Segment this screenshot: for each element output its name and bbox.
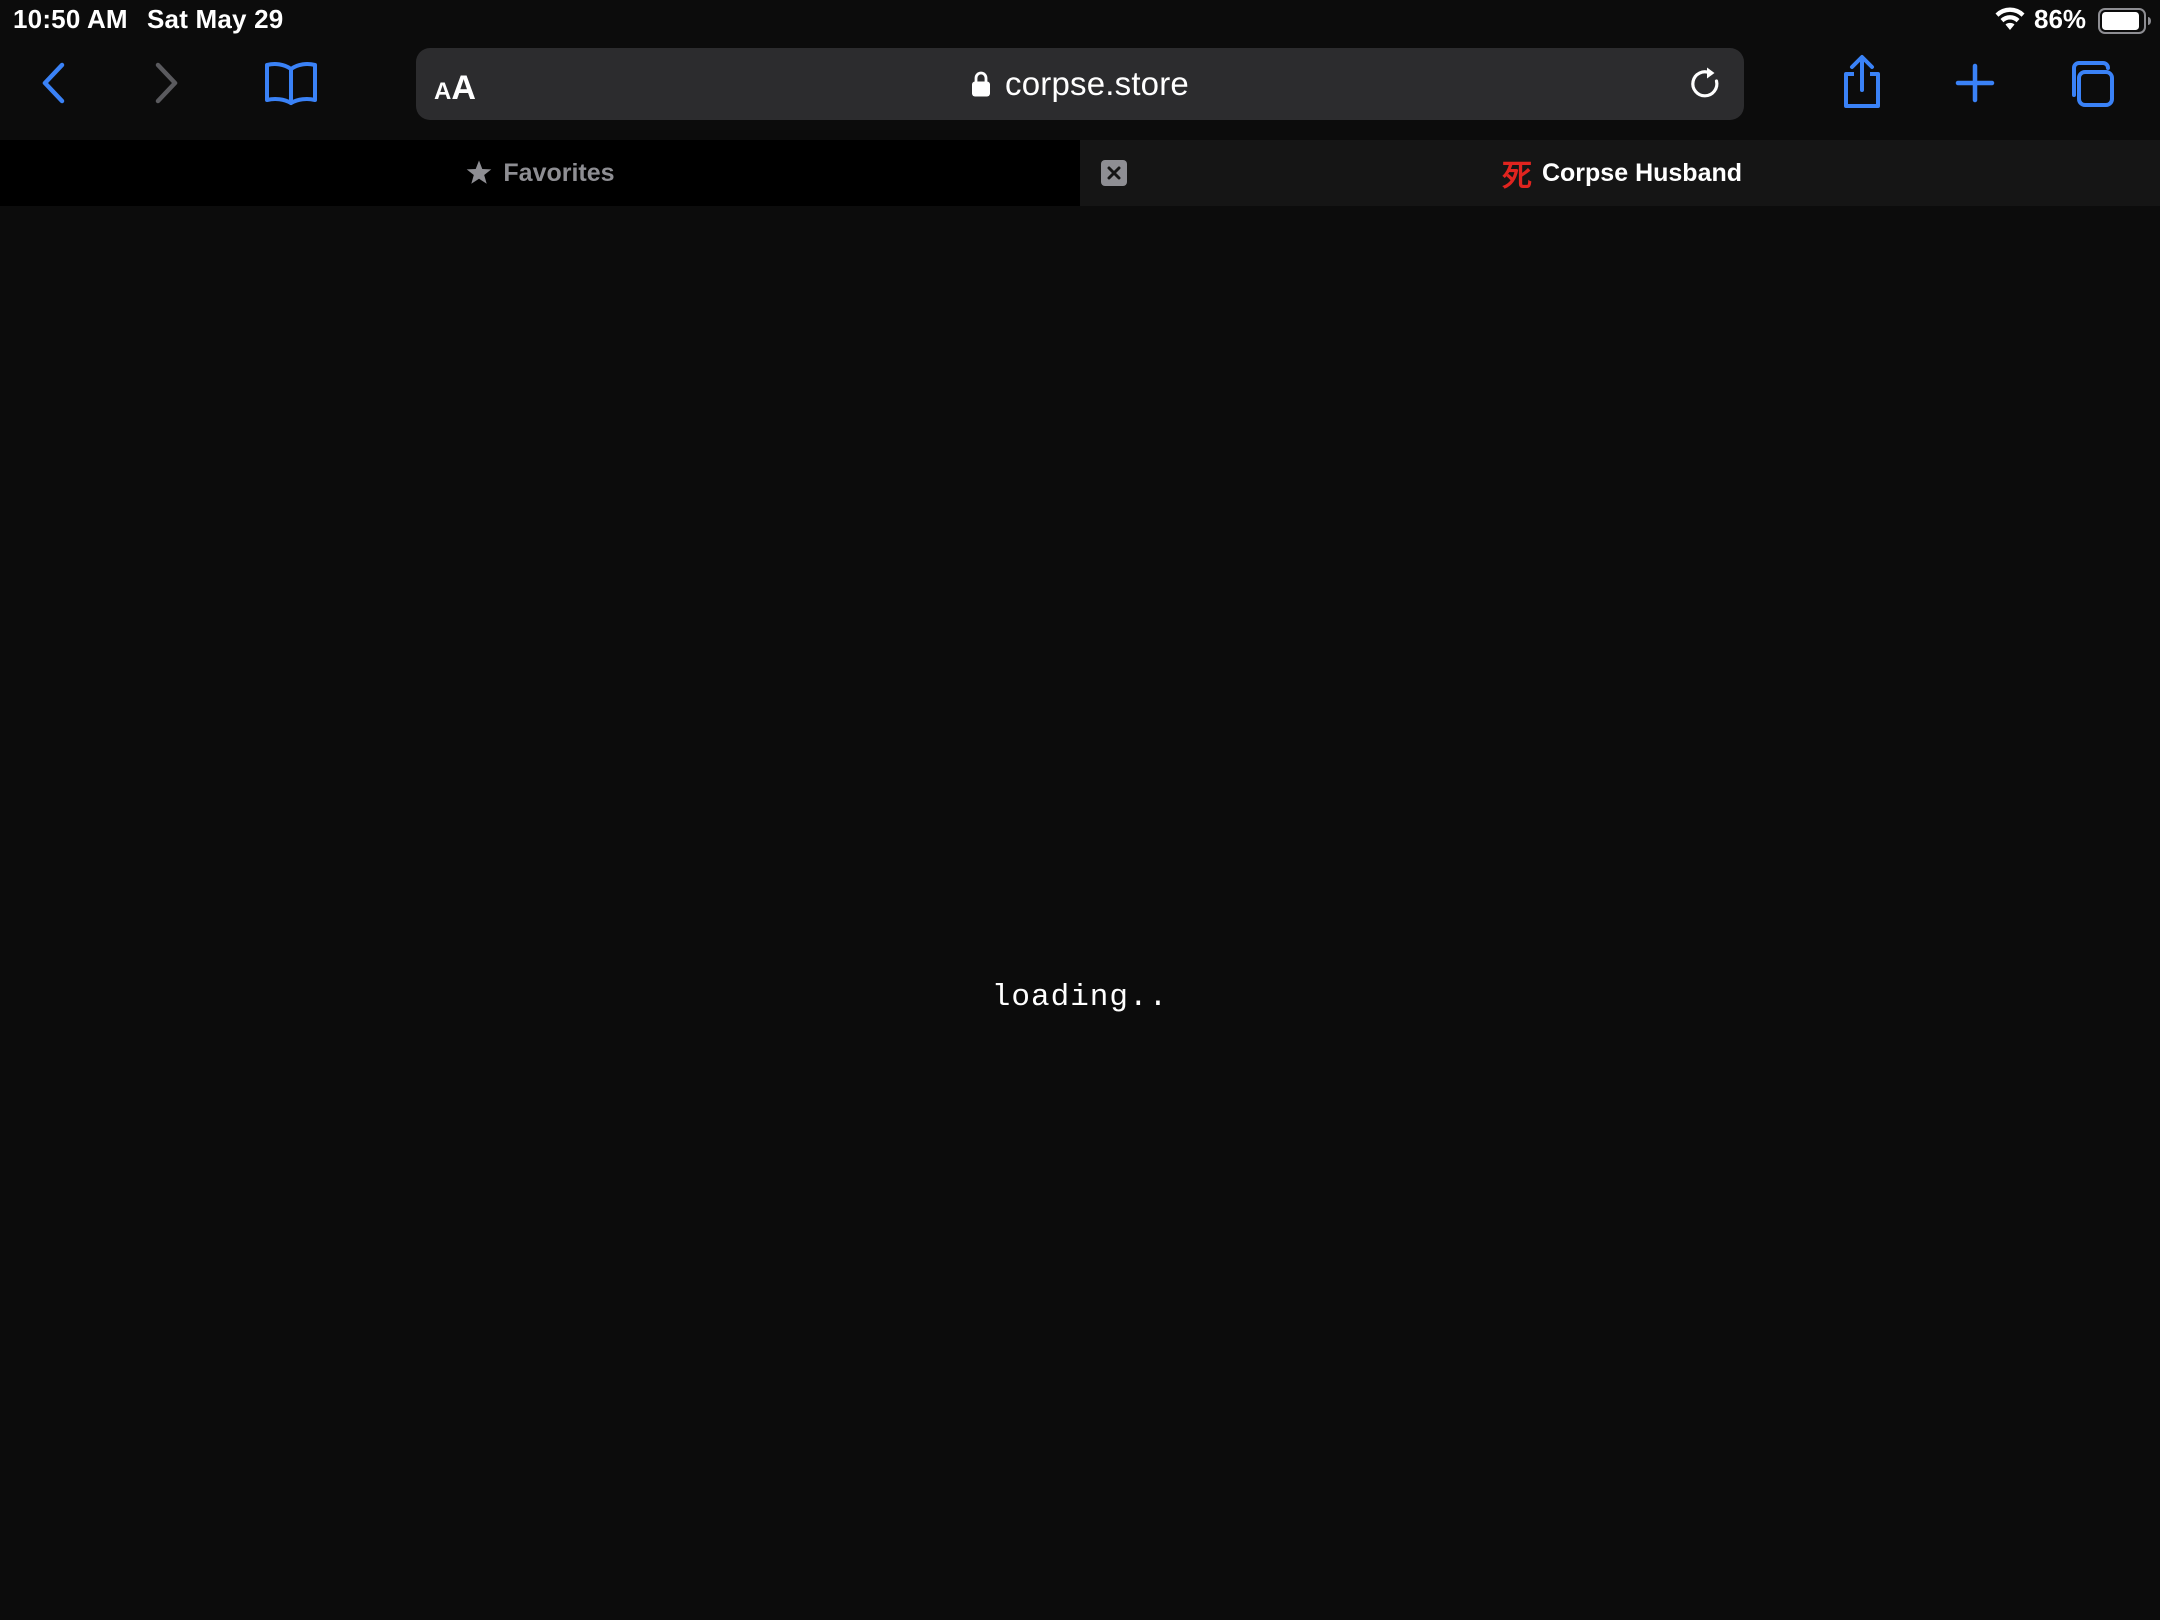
lock-icon <box>972 71 990 97</box>
share-icon <box>1844 55 1880 108</box>
plus-icon <box>1955 63 1995 103</box>
status-date: Sat May 29 <box>147 4 284 34</box>
tab-overview-button[interactable] <box>2064 57 2118 111</box>
tab-title: 死 Corpse Husband <box>1080 140 2160 206</box>
tab-corpse-husband[interactable]: 死 Corpse Husband <box>1080 140 2160 206</box>
wifi-icon <box>1995 7 2025 30</box>
browser-toolbar: A A corpse.store <box>0 40 2160 140</box>
tab-favorites[interactable]: Favorites <box>0 140 1080 206</box>
site-favicon: 死 <box>1501 159 1532 194</box>
tab-favorites-label: Favorites <box>503 158 615 187</box>
battery-percent: 86% <box>2034 4 2087 34</box>
tabs-overview-icon <box>2072 61 2114 107</box>
status-time: 10:50 AM <box>13 4 128 34</box>
tab-bar: Favorites 死 Corpse Husband <box>0 140 2160 206</box>
battery-icon <box>2098 8 2151 34</box>
tab-corpse-husband-label: Corpse Husband <box>1541 158 1743 187</box>
back-button[interactable] <box>28 58 78 108</box>
web-content: loading.. <box>0 206 2160 1620</box>
address-bar[interactable]: A A corpse.store <box>416 48 1744 120</box>
share-button[interactable] <box>1836 52 1888 112</box>
new-tab-button[interactable] <box>1950 58 2000 108</box>
url-text: corpse.store <box>1005 65 1189 102</box>
loading-text: loading.. <box>991 980 1169 1015</box>
star-icon <box>467 160 492 184</box>
forward-button[interactable] <box>142 58 192 108</box>
bookmarks-button[interactable] <box>262 58 320 108</box>
status-bar: 10:50 AM Sat May 29 86% <box>0 0 2160 40</box>
book-icon <box>265 62 317 105</box>
chevron-right-icon <box>155 62 178 104</box>
chevron-left-icon <box>42 62 65 104</box>
reload-icon[interactable] <box>1686 64 1726 104</box>
url-display[interactable]: corpse.store <box>416 48 1744 120</box>
